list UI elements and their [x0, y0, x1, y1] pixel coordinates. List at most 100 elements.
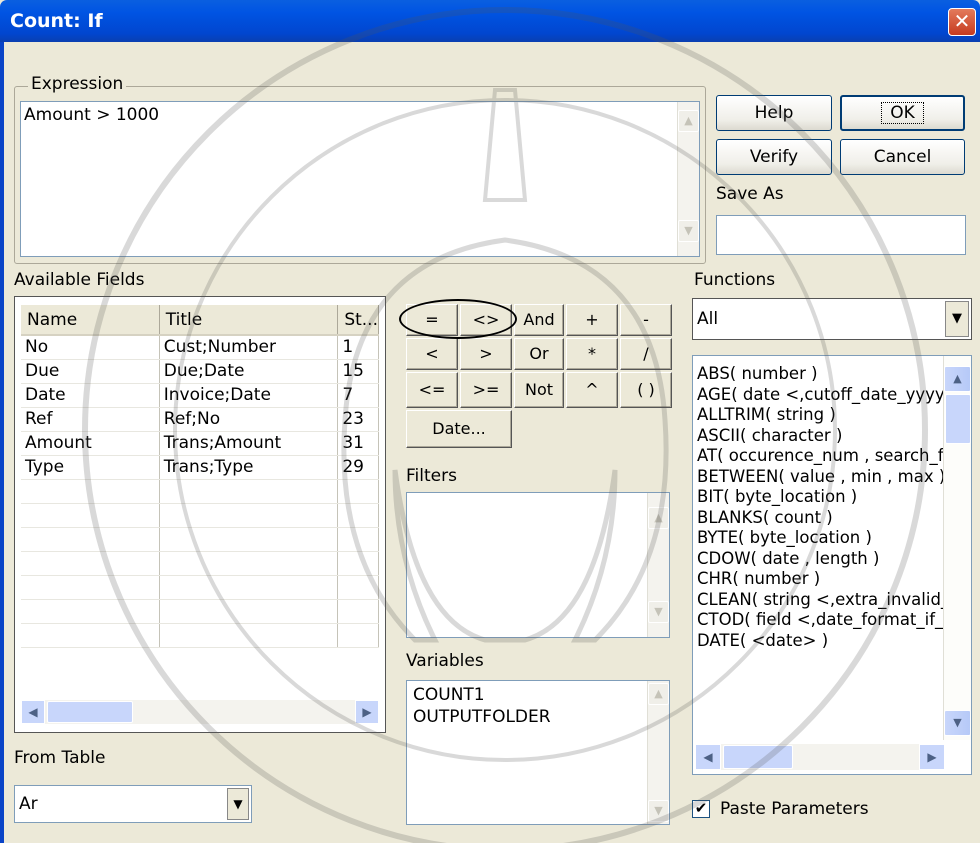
op-and-button[interactable]: And	[514, 304, 564, 336]
list-item[interactable]: CDOW( date , length )	[697, 549, 945, 570]
fields-hscrollbar[interactable]: ◀ ▶	[21, 700, 379, 724]
functions-vscrollbar[interactable]: ▲ ▼	[943, 356, 971, 740]
help-button[interactable]: Help	[716, 95, 832, 131]
list-item[interactable]: CHR( number )	[697, 569, 945, 590]
expression-textarea[interactable]: Amount > 1000 ▲ ▼	[20, 101, 700, 257]
scroll-down-icon[interactable]: ▼	[944, 710, 971, 736]
scroll-up-icon[interactable]: ▲	[944, 366, 971, 392]
from-table-value: Ar	[19, 794, 38, 814]
filters-label: Filters	[406, 466, 457, 486]
column-header-start[interactable]: St...	[337, 305, 379, 336]
cancel-button[interactable]: Cancel	[840, 139, 965, 175]
table-row-empty	[21, 575, 379, 600]
expression-scrollbar[interactable]: ▲ ▼	[677, 102, 699, 256]
table-row-empty	[21, 479, 379, 504]
save-as-label: Save As	[716, 184, 784, 204]
title-bar[interactable]: Count: If ✕	[0, 0, 980, 42]
op-parentheses-button[interactable]: ( )	[620, 372, 672, 408]
list-item[interactable]: ABS( number )	[697, 364, 945, 385]
variables-list[interactable]: COUNT1 OUTPUTFOLDER ▲ ▼	[406, 680, 670, 825]
paste-parameters-label: Paste Parameters	[720, 799, 869, 819]
op-multiply-button[interactable]: *	[566, 338, 618, 370]
op-label: *	[588, 344, 596, 363]
list-item[interactable]: AGE( date <,cutoff_date_yyyym	[697, 385, 945, 406]
list-item[interactable]: ALLTRIM( string )	[697, 405, 945, 426]
scroll-right-icon[interactable]: ▶	[919, 744, 945, 770]
verify-button[interactable]: Verify	[716, 139, 832, 175]
table-row[interactable]: Amount Trans;Amount 31	[21, 431, 379, 456]
table-row-empty	[21, 551, 379, 576]
save-as-input[interactable]	[716, 215, 966, 255]
table-row[interactable]: Type Trans;Type 29	[21, 455, 379, 480]
scroll-left-icon[interactable]: ◀	[695, 744, 721, 770]
list-item[interactable]: DATE( <date> )	[697, 631, 945, 652]
date-button[interactable]: Date...	[406, 410, 512, 448]
op-greater-button[interactable]: >	[460, 338, 512, 370]
functions-list[interactable]: ABS( number ) AGE( date <,cutoff_date_yy…	[692, 355, 972, 775]
op-label: Or	[529, 344, 549, 363]
column-header-title[interactable]: Title	[159, 305, 339, 336]
field-title: Due;Date	[159, 359, 339, 384]
chevron-down-icon[interactable]: ▼	[227, 788, 249, 820]
scroll-down-icon[interactable]: ▼	[648, 800, 669, 822]
field-title: Cust;Number	[159, 335, 339, 360]
list-item[interactable]: AT( occurence_num , search_fo	[697, 446, 945, 467]
filters-list[interactable]: ▲ ▼	[406, 492, 670, 638]
from-table-label: From Table	[14, 748, 106, 768]
scroll-right-icon[interactable]: ▶	[355, 700, 379, 724]
functions-category-value: All	[697, 309, 719, 329]
window-title: Count: If	[10, 10, 103, 32]
filters-scrollbar[interactable]: ▲ ▼	[647, 493, 669, 637]
list-item[interactable]: BLANKS( count )	[697, 508, 945, 529]
functions-category-select[interactable]: All ▼	[692, 298, 972, 340]
from-table-select[interactable]: Ar ▼	[14, 785, 252, 823]
op-less-equal-button[interactable]: <=	[406, 372, 458, 408]
table-row[interactable]: Due Due;Date 15	[21, 359, 379, 384]
op-plus-button[interactable]: +	[566, 304, 618, 336]
ok-button[interactable]: OK	[840, 95, 965, 131]
scroll-down-icon[interactable]: ▼	[648, 601, 669, 623]
variables-label: Variables	[406, 651, 484, 671]
fields-header-row: Name Title St...	[21, 305, 379, 336]
table-row[interactable]: No Cust;Number 1	[21, 335, 379, 360]
op-or-button[interactable]: Or	[514, 338, 564, 370]
op-power-button[interactable]: ^	[566, 372, 618, 408]
ok-button-label: OK	[881, 102, 924, 124]
table-row[interactable]: Date Invoice;Date 7	[21, 383, 379, 408]
scroll-thumb[interactable]	[945, 394, 971, 444]
list-item[interactable]: CLEAN( string <,extra_invalid_c	[697, 590, 945, 611]
scroll-down-icon[interactable]: ▼	[678, 220, 699, 242]
list-item[interactable]: BETWEEN( value , min , max )	[697, 467, 945, 488]
op-divide-button[interactable]: /	[620, 338, 672, 370]
field-start: 23	[337, 407, 379, 432]
table-row-empty	[21, 599, 379, 624]
op-minus-button[interactable]: -	[620, 304, 672, 336]
list-item[interactable]: BYTE( byte_location )	[697, 528, 945, 549]
fields-table: Name Title St... No Cust;Number 1 Due Due;D…	[21, 305, 379, 648]
list-item[interactable]: COUNT1	[413, 685, 485, 705]
list-item[interactable]: CTOD( field <,date_format_if_nc	[697, 610, 945, 631]
functions-hscrollbar[interactable]: ◀ ▶	[695, 744, 945, 770]
scroll-thumb[interactable]	[47, 701, 133, 723]
chevron-down-icon[interactable]: ▼	[945, 301, 969, 337]
close-button[interactable]: ✕	[948, 8, 976, 36]
scroll-left-icon[interactable]: ◀	[21, 700, 45, 724]
available-fields-list[interactable]: Name Title St... No Cust;Number 1 Due Due;D…	[14, 296, 386, 733]
list-item[interactable]: OUTPUTFOLDER	[413, 707, 551, 727]
list-item[interactable]: ASCII( character )	[697, 426, 945, 447]
scroll-up-icon[interactable]: ▲	[648, 683, 669, 705]
list-item[interactable]: BIT( byte_location )	[697, 487, 945, 508]
op-not-button[interactable]: Not	[514, 372, 564, 408]
scroll-up-icon[interactable]: ▲	[648, 507, 669, 529]
op-less-button[interactable]: <	[406, 338, 458, 370]
column-header-name[interactable]: Name	[21, 305, 160, 336]
paste-parameters-checkbox[interactable]: ✔	[692, 800, 710, 818]
op-greater-equal-button[interactable]: >=	[460, 372, 512, 408]
table-row[interactable]: Ref Ref;No 23	[21, 407, 379, 432]
expression-value: Amount > 1000	[24, 105, 160, 125]
scroll-thumb[interactable]	[723, 745, 793, 769]
op-label: +	[585, 310, 599, 329]
variables-scrollbar[interactable]: ▲ ▼	[647, 681, 669, 824]
op-label: -	[643, 310, 649, 329]
scroll-up-icon[interactable]: ▲	[678, 110, 699, 132]
